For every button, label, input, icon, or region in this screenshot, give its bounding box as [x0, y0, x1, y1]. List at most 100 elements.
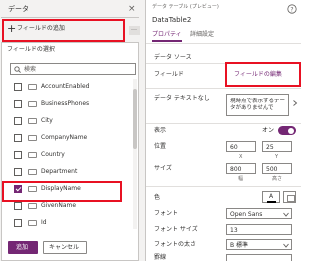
add-button-label: 追加 [16, 244, 29, 251]
more-options-button[interactable]: … [129, 26, 140, 35]
field-checkbox[interactable] [14, 151, 22, 159]
tabs-divider [146, 43, 301, 44]
fill-bucket-icon [287, 195, 295, 202]
tab-properties[interactable]: プロパティ [152, 32, 182, 38]
border-label: 罫線 [154, 254, 167, 261]
control-name[interactable]: DataTable2 [152, 17, 191, 24]
svg-text:?: ? [290, 7, 293, 14]
position-x-value: 60 [230, 144, 238, 151]
close-icon[interactable]: × [128, 5, 136, 14]
control-type-label: データ テーブル (プレビュー) [152, 4, 219, 10]
chevron-down-icon [283, 243, 289, 248]
field-checkbox[interactable] [14, 100, 22, 108]
field-checkbox[interactable] [14, 202, 22, 210]
position-x-input[interactable]: 60 [226, 141, 256, 152]
field-panel-title: フィールドの選択 [7, 46, 55, 53]
position-y-value: 25 [266, 144, 274, 151]
text-color-glyph: A [269, 193, 274, 200]
data-pane: データ × + フィールドの追加 … フィールドの選択 検索 AccountEn… [0, 0, 145, 261]
field-checkbox[interactable] [14, 219, 22, 227]
row-divider [146, 88, 301, 89]
size-height-input[interactable]: 500 [262, 163, 292, 174]
text-color-swatch [267, 201, 276, 203]
tab-properties-underline [152, 40, 182, 42]
field-checkbox[interactable] [14, 83, 22, 91]
field-checkbox[interactable] [14, 117, 22, 125]
search-icon [14, 66, 21, 73]
field-selection-panel: フィールドの選択 検索 AccountEnabled BusinessPhones… [1, 42, 139, 261]
toggle-knob [288, 127, 294, 134]
field-row[interactable]: BusinessPhones [2, 96, 132, 113]
visible-label: 表示 [154, 127, 167, 134]
text-field-icon [28, 220, 37, 226]
field-checkbox[interactable] [14, 168, 22, 176]
position-y-input[interactable]: 25 [262, 141, 292, 152]
more-icon: … [131, 25, 137, 32]
visible-toggle[interactable] [278, 126, 296, 135]
font-weight-dropdown[interactable]: B 標準 [226, 239, 292, 250]
highlight-edit-fields [225, 62, 301, 87]
position-label: 位置 [154, 143, 167, 150]
visible-value: オン [262, 127, 275, 134]
field-row[interactable]: City [2, 113, 132, 130]
cancel-button[interactable]: キャンセル [43, 241, 87, 254]
font-label: フォント [154, 210, 179, 217]
no-data-text-label: データ テキストなし [154, 95, 210, 102]
cancel-button-label: キャンセル [49, 244, 80, 251]
search-placeholder: 検索 [24, 66, 37, 73]
scrollbar[interactable] [133, 79, 137, 229]
size-height-value: 500 [266, 166, 278, 173]
text-field-icon [28, 169, 37, 175]
position-x-axis-label: X [239, 154, 243, 160]
row-divider [146, 123, 301, 124]
field-row[interactable]: Country [2, 147, 132, 164]
toggle-field-icon [28, 84, 37, 90]
font-size-label: フォント サイズ [154, 226, 198, 233]
size-label: サイズ [154, 165, 172, 172]
field-name-label: BusinessPhones [41, 100, 90, 107]
field-name-label: CompanyName [41, 134, 88, 141]
field-row[interactable]: AccountEnabled [2, 79, 132, 96]
table-field-icon [28, 101, 37, 107]
field-name-label: Country [41, 151, 65, 158]
text-field-icon [28, 203, 37, 209]
size-height-axis-label: 高さ [272, 176, 283, 182]
field-name-label: Id [41, 219, 47, 226]
data-pane-title: データ [8, 5, 29, 13]
field-row[interactable]: Id [2, 215, 132, 232]
font-value: Open Sans [230, 211, 263, 218]
field-row[interactable]: Department [2, 164, 132, 181]
field-name-label: City [41, 117, 53, 124]
field-name-label: GivenName [41, 202, 77, 209]
no-data-text-input[interactable]: 現時点で表示するデータがありませんで [226, 94, 289, 116]
search-input[interactable]: 検索 [10, 63, 136, 75]
field-name-label: Department [41, 168, 78, 175]
highlight-display-name [2, 181, 122, 202]
font-dropdown[interactable]: Open Sans [226, 208, 292, 219]
text-field-icon [28, 118, 37, 124]
size-width-value: 800 [230, 166, 242, 173]
text-color-picker[interactable]: A [262, 191, 280, 203]
highlight-add-field [2, 19, 125, 42]
field-checkbox[interactable] [14, 134, 22, 142]
scrollbar-thumb[interactable] [133, 89, 137, 149]
add-button[interactable]: 追加 [8, 241, 38, 254]
no-data-text-value: 現時点で表示するデータがありませんで [230, 98, 286, 111]
property-tabs: プロパティ 詳細設定 [146, 30, 301, 42]
chevron-down-icon [283, 212, 289, 217]
field-row[interactable]: CompanyName [2, 130, 132, 147]
size-width-input[interactable]: 800 [226, 163, 256, 174]
row-divider [146, 186, 301, 187]
tab-advanced[interactable]: 詳細設定 [190, 32, 214, 38]
text-field-icon [28, 152, 37, 158]
font-weight-label: フォントの太さ [154, 241, 197, 248]
fill-color-picker[interactable] [283, 191, 296, 203]
field-list: AccountEnabled BusinessPhones City CompanyN… [2, 79, 132, 229]
border-dropdown[interactable] [226, 254, 292, 261]
font-size-input[interactable]: 13 [226, 224, 292, 235]
data-source-label: データ ソース [154, 54, 192, 61]
chevron-right-icon[interactable] [292, 100, 298, 106]
help-icon[interactable]: ? [287, 4, 297, 14]
header-divider [1, 17, 139, 18]
text-field-icon [28, 135, 37, 141]
